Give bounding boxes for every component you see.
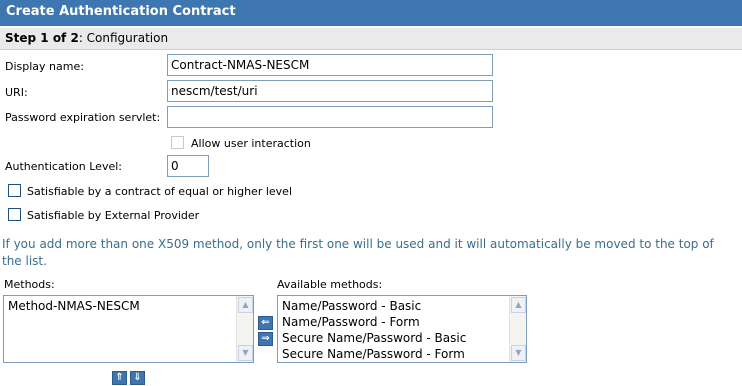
methods-label: Methods: (4, 278, 55, 291)
move-up-button[interactable]: ⇑ (112, 371, 127, 385)
arrow-right-icon: ⇒ (261, 333, 270, 344)
list-item[interactable]: Secure Name/Password - Form (282, 346, 505, 362)
methods-list[interactable]: Method-NMAS-NESCM ▲ ▼ (3, 295, 254, 363)
list-item[interactable]: Method-NMAS-NESCM (8, 298, 232, 314)
move-down-button[interactable]: ⇓ (130, 371, 145, 385)
move-right-button[interactable]: ⇒ (258, 332, 273, 346)
available-scrollbar[interactable]: ▲ ▼ (509, 296, 526, 362)
step-name: : Configuration (78, 31, 169, 45)
methods-items: Method-NMAS-NESCM (4, 296, 236, 362)
password-expiration-label: Password expiration servlet: (5, 111, 161, 124)
allow-user-interaction-checkbox (171, 136, 184, 149)
display-name-input[interactable] (167, 54, 493, 76)
satisfiable-external-label: Satisfiable by External Provider (27, 209, 200, 222)
list-item[interactable]: Name/Password - Basic (282, 298, 505, 314)
step-number: Step 1 of 2 (5, 31, 79, 45)
step-bar: Step 1 of 2: Configuration (0, 28, 742, 50)
page-title: Create Authentication Contract (6, 4, 236, 19)
allow-user-interaction-label: Allow user interaction (191, 137, 311, 150)
scroll-down-icon[interactable]: ▼ (511, 345, 526, 361)
list-item[interactable]: Name/Password - Form (282, 314, 505, 330)
x509-info-text: If you add more than one X509 method, on… (2, 237, 714, 268)
arrow-down-icon: ⇓ (133, 372, 142, 383)
available-methods-list[interactable]: Name/Password - Basic Name/Password - Fo… (277, 295, 527, 363)
scroll-up-icon[interactable]: ▲ (511, 297, 526, 313)
page-header: Create Authentication Contract (0, 0, 742, 26)
authentication-level-label: Authentication Level: (5, 160, 122, 173)
step-indicator: Step 1 of 2: Configuration (5, 31, 168, 45)
list-item[interactable]: Secure Name/Password - Basic (282, 330, 505, 346)
arrow-up-icon: ⇑ (115, 372, 124, 383)
satisfiable-contract-checkbox[interactable] (8, 184, 21, 197)
uri-input[interactable] (167, 80, 493, 102)
authentication-level-input[interactable] (167, 155, 209, 177)
satisfiable-contract-label: Satisfiable by a contract of equal or hi… (27, 185, 292, 198)
display-name-label: Display name: (5, 60, 84, 73)
available-items: Name/Password - Basic Name/Password - Fo… (278, 296, 509, 362)
move-left-button[interactable]: ⇐ (258, 316, 273, 330)
arrow-left-icon: ⇐ (261, 317, 270, 328)
scroll-up-icon[interactable]: ▲ (238, 297, 253, 313)
available-methods-label: Available methods: (277, 278, 383, 291)
methods-scrollbar[interactable]: ▲ ▼ (236, 296, 253, 362)
scroll-down-icon[interactable]: ▼ (238, 345, 253, 361)
uri-label: URI: (5, 86, 28, 99)
password-expiration-input[interactable] (167, 106, 493, 128)
satisfiable-external-checkbox[interactable] (8, 208, 21, 221)
